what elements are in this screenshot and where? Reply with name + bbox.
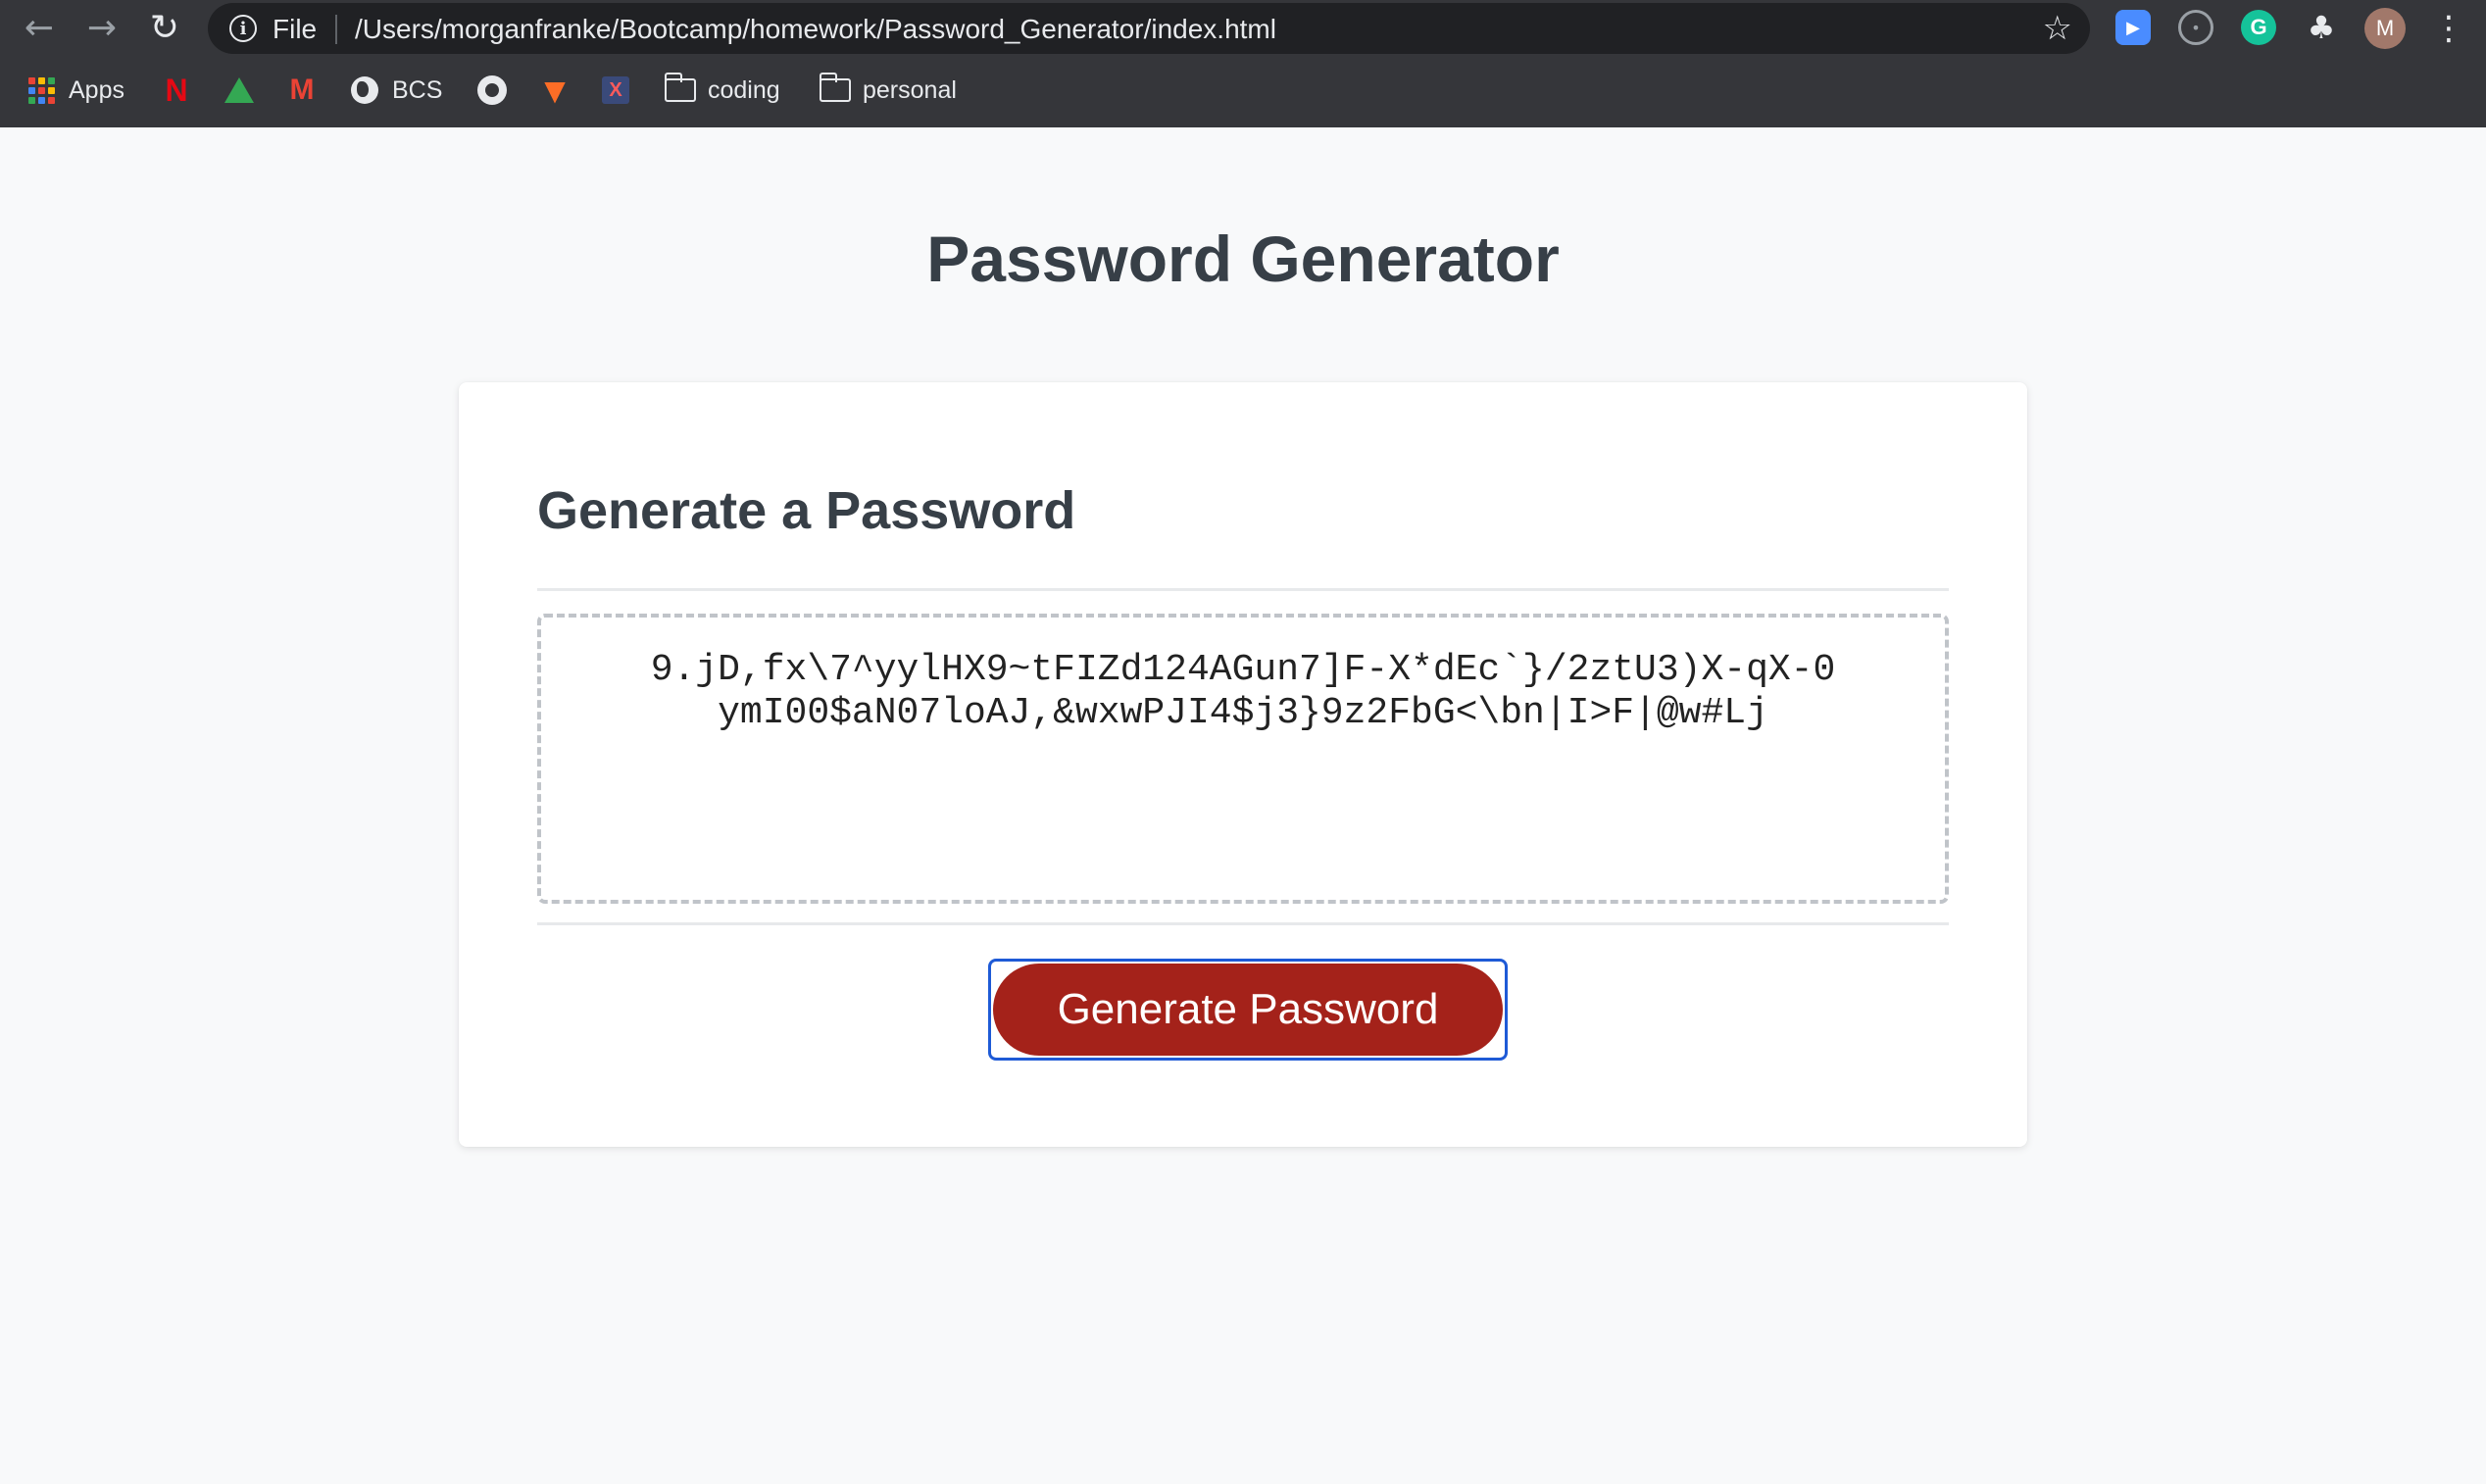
bookmark-label: personal — [863, 75, 957, 104]
gitlab-icon: ▼ — [544, 74, 566, 107]
bookmark-app[interactable]: X — [602, 67, 629, 114]
zoom-extension-icon[interactable]: ▶ — [2115, 10, 2151, 45]
password-output[interactable]: 9.jD,fx\7^yylHX9~tFIZd124AGun7]F-X*dEc`}… — [537, 614, 1949, 904]
profile-avatar[interactable]: M — [2364, 8, 2406, 49]
bookmark-apps[interactable]: Apps — [25, 67, 124, 114]
bookmark-netflix[interactable]: N — [161, 67, 192, 114]
generate-password-button[interactable]: Generate Password — [988, 959, 1508, 1061]
info-icon[interactable]: i — [229, 15, 257, 42]
google-drive-icon — [224, 74, 255, 106]
bookmark-label: Apps — [69, 75, 124, 104]
bookmark-folder-personal[interactable]: personal — [819, 67, 957, 114]
address-separator — [335, 15, 337, 44]
github-icon — [476, 74, 508, 106]
bookmark-gmail[interactable]: M — [286, 67, 318, 114]
bookmark-bcs[interactable]: BCS — [349, 67, 442, 114]
gmail-icon: M — [289, 74, 315, 106]
browser-menu-icon[interactable]: ⋮ — [2431, 6, 2466, 51]
bookmark-label: coding — [708, 75, 780, 104]
page-title: Password Generator — [926, 223, 1560, 295]
address-url[interactable]: /Users/morganfranke/Bootcamp/homework/Pa… — [355, 14, 1276, 45]
bookmark-github[interactable] — [476, 67, 508, 114]
card-header: Generate a Password — [537, 481, 1076, 540]
arrow-right-icon: → — [86, 8, 118, 48]
reload-icon: ↻ — [149, 8, 180, 48]
password-card: Generate a Password 9.jD,fx\7^yylHX9~tFI… — [459, 382, 2027, 1147]
bookmark-google-drive[interactable] — [224, 67, 255, 114]
netflix-icon: N — [165, 72, 188, 108]
folder-icon — [819, 73, 851, 106]
divider — [537, 588, 1949, 591]
globe-icon — [349, 74, 380, 106]
bookmarks-bar: Apps N M BCS ▼ X coding personal — [0, 67, 2486, 114]
divider — [537, 922, 1949, 925]
forward-button[interactable]: → — [80, 8, 124, 49]
apps-grid-icon — [25, 74, 57, 106]
address-bar[interactable]: i File /Users/morganfranke/Bootcamp/home… — [208, 3, 2090, 54]
browser-toolbar: ← → ↻ i File /Users/morganfranke/Bootcam… — [0, 0, 2486, 57]
bookmark-folder-coding[interactable]: coding — [664, 67, 780, 114]
folder-icon — [664, 73, 696, 106]
app-icon: X — [602, 76, 629, 104]
arrow-left-icon: ← — [24, 8, 55, 48]
bookmark-label: BCS — [392, 75, 443, 104]
generate-button-label: Generate Password — [993, 964, 1503, 1056]
bookmark-star-icon[interactable]: ☆ — [2043, 9, 2072, 48]
browser-chrome: ← → ↻ i File /Users/morganfranke/Bootcam… — [0, 0, 2486, 127]
reload-button[interactable]: ↻ — [143, 8, 186, 49]
ghost-extension-icon[interactable]: • — [2178, 10, 2213, 45]
puzzle-extensions-icon[interactable]: ♣ — [2304, 9, 2339, 46]
bookmark-gitlab[interactable]: ▼ — [539, 67, 571, 114]
back-button[interactable]: ← — [18, 8, 61, 49]
grammarly-extension-icon[interactable]: G — [2241, 10, 2276, 45]
address-scheme-label: File — [273, 14, 318, 44]
